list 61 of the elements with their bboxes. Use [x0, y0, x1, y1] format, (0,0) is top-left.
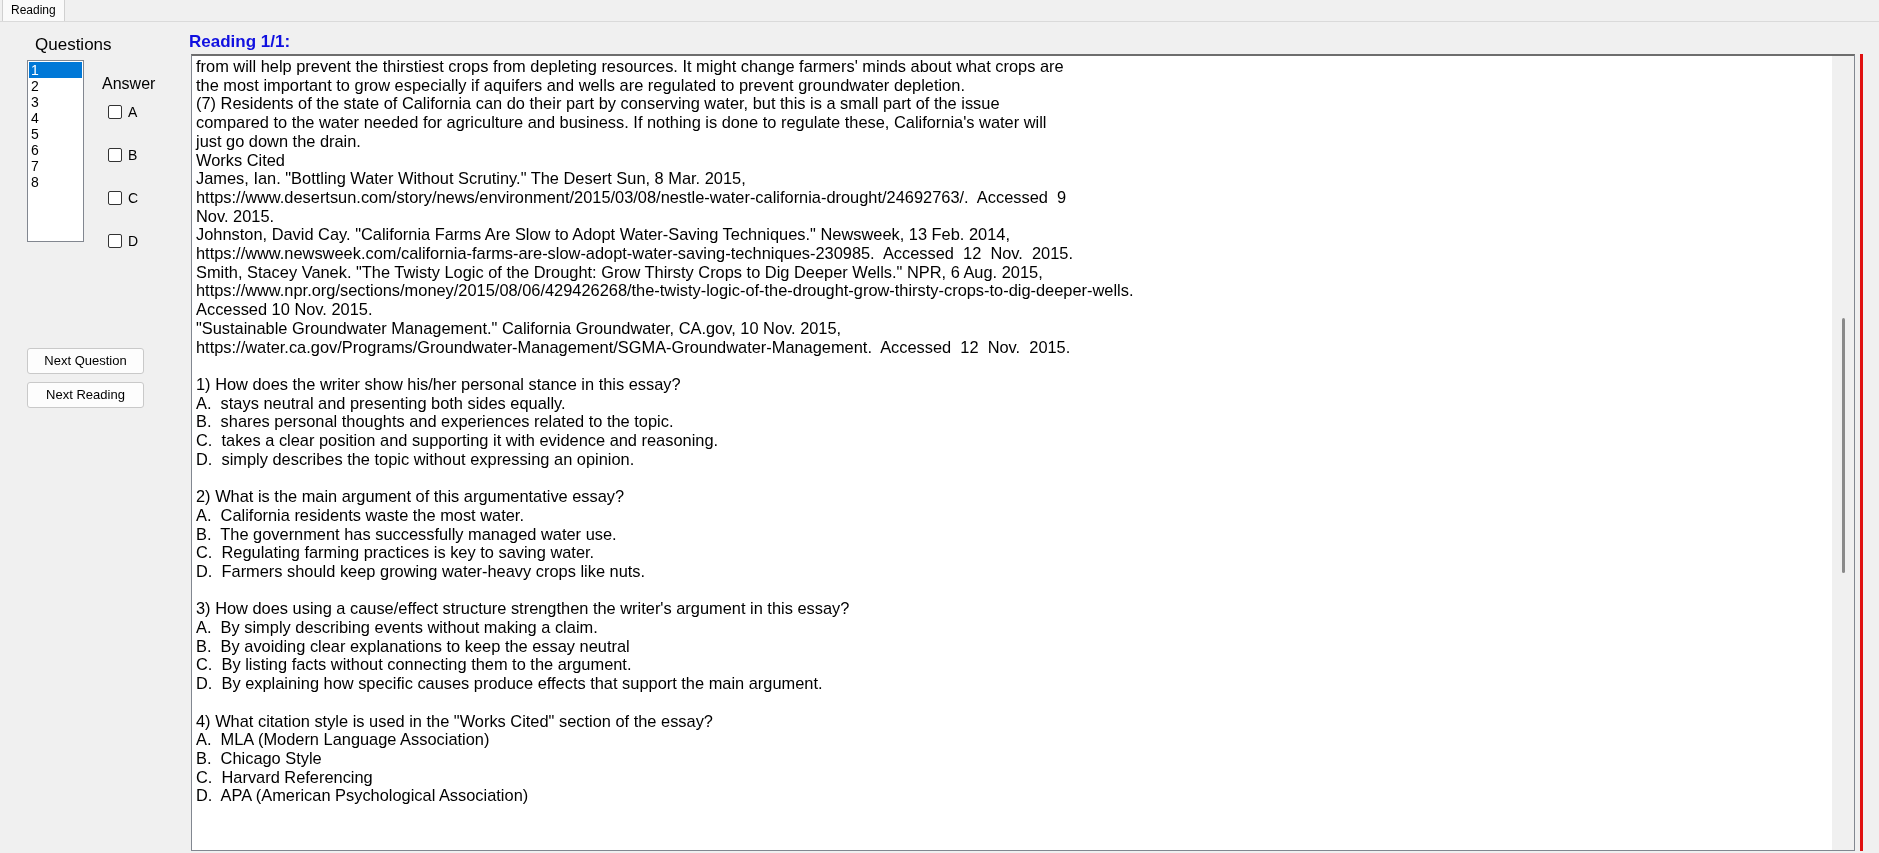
- checkbox-label: C: [128, 188, 139, 208]
- text-line: Smith, Stacey Vanek. "The Twisty Logic of the Drought: Grow Thirsty Crops to Dig Deeper Wells." NPR, 6 Aug. 2015,: [196, 262, 1043, 282]
- text-line: A. MLA (Modern Language Association): [196, 730, 490, 749]
- button[interactable]: Next Reading: [27, 381, 144, 408]
- text-line: Accessed 10 Nov. 2015.: [196, 300, 373, 319]
- checkbox-label: D: [128, 231, 139, 251]
- checkbox-label: B: [128, 145, 138, 165]
- tab[interactable]: Reading: [2, 0, 65, 21]
- list-item[interactable]: 6: [29, 141, 82, 158]
- list-item[interactable]: 2: [29, 77, 82, 94]
- list-item[interactable]: 4: [29, 109, 82, 126]
- question-list[interactable]: 1 2 3 4 5 6 7 8: [27, 59, 84, 242]
- text-line: https://www.newsweek.com/california-farms-are-slow-adopt-water-saving-techniques-230985. Accessed 12 Nov. 2015.: [196, 244, 1073, 263]
- text-line: the most important to grow especially if aquifers and wells are regulated to prevent groundwater depletion.: [196, 75, 965, 95]
- answer-label: Answer: [102, 73, 156, 94]
- text-line: 2) What is the main argument of this argumentative essay?: [196, 487, 625, 506]
- text-line: 3) How does using a cause/effect structure strengthen the writer's argument in this essay?: [196, 599, 850, 619]
- text-line: "Sustainable Groundwater Management." California Groundwater, CA.gov, 10 Nov. 2015,: [196, 318, 842, 338]
- text-line: https://www.npr.org/sections/money/2015/08/06/429426268/the-twisty-logic-of-the-drought-grow-thirsty-crops-to-dig-deeper-wells.: [196, 281, 1134, 301]
- text-line: A. stays neutral and presenting both sides equally.: [196, 393, 566, 413]
- reading-text-area[interactable]: [191, 54, 1855, 851]
- list-item[interactable]: 3: [29, 93, 82, 110]
- text-line: James, Ian. "Bottling Water Without Scrutiny." The Desert Sun, 8 Mar. 2015,: [196, 169, 746, 188]
- text-line: 4) What citation style is used in the "Works Cited" section of the essay?: [196, 711, 713, 731]
- text-line: from will help prevent the thirstiest crops from depleting resources. It might change farmers' minds about what crops are: [196, 57, 1064, 76]
- checkbox[interactable]: [108, 191, 122, 205]
- text-line: B. The government has successfully managed water use.: [196, 524, 617, 544]
- list-item[interactable]: 8: [29, 173, 82, 190]
- text-line: compared to the water needed for agriculture and business. If nothing is done to regulate these, California's water will: [196, 113, 1047, 132]
- reading-title: Reading 1/1:: [189, 32, 291, 51]
- checkbox[interactable]: [108, 148, 122, 162]
- text-line: Johnston, David Cay. "California Farms Are Slow to Adopt Water-Saving Techniques." Newsweek, 13 Feb. 2014,: [196, 225, 1010, 245]
- questions-label: Questions: [35, 34, 113, 56]
- text-line: https://www.desertsun.com/story/news/environment/2015/03/08/nestle-water-california-drought/24692763/. Accessed 9: [196, 187, 1067, 207]
- text-line: D. simply describes the topic without expressing an opinion.: [196, 449, 635, 469]
- button[interactable]: Next Question: [27, 347, 144, 374]
- text-line: D. APA (American Psychological Association): [196, 786, 529, 806]
- text-line: B. Chicago Style: [196, 748, 322, 768]
- list-item[interactable]: 5: [29, 125, 82, 142]
- text-line: C. Regulating farming practices is key to saving water.: [196, 543, 595, 562]
- text-line: just go down the drain.: [196, 131, 361, 151]
- text-line: A. California residents waste the most water.: [196, 505, 524, 525]
- text-line: B. shares personal thoughts and experiences related to the topic.: [196, 412, 674, 432]
- checkbox[interactable]: [108, 234, 122, 248]
- text-line: D. Farmers should keep growing water-heavy crops like nuts.: [196, 561, 646, 581]
- text-line: B. By avoiding clear explanations to keep the essay neutral: [196, 636, 630, 656]
- checkbox[interactable]: [108, 105, 122, 119]
- text-line: C. Harvard Referencing: [196, 767, 373, 787]
- text-line: 1) How does the writer show his/her personal stance in this essay?: [196, 374, 681, 394]
- text-line: A. By simply describing events without making a claim.: [196, 618, 598, 637]
- text-line: Works Cited: [196, 150, 285, 170]
- scrollbar-thumb[interactable]: [1841, 318, 1845, 573]
- text-line: D. By explaining how specific causes produce effects that support the main argument.: [196, 674, 823, 693]
- list-item[interactable]: 1: [29, 61, 82, 78]
- text-line: Nov. 2015.: [196, 206, 275, 226]
- checkbox-label: A: [128, 102, 138, 122]
- text-line: https://water.ca.gov/Programs/Groundwater-Management/SGMA-Groundwater-Management. Accessed 12 Nov. 2015.: [196, 337, 1071, 357]
- list-item[interactable]: 7: [29, 157, 82, 174]
- text-line: C. takes a clear position and supporting it with evidence and reasoning.: [196, 431, 719, 450]
- text-line: (7) Residents of the state of California can do their part by conserving water, but this is a small part of the issue: [196, 94, 1000, 114]
- text-line: C. By listing facts without connecting them to the argument.: [196, 655, 632, 675]
